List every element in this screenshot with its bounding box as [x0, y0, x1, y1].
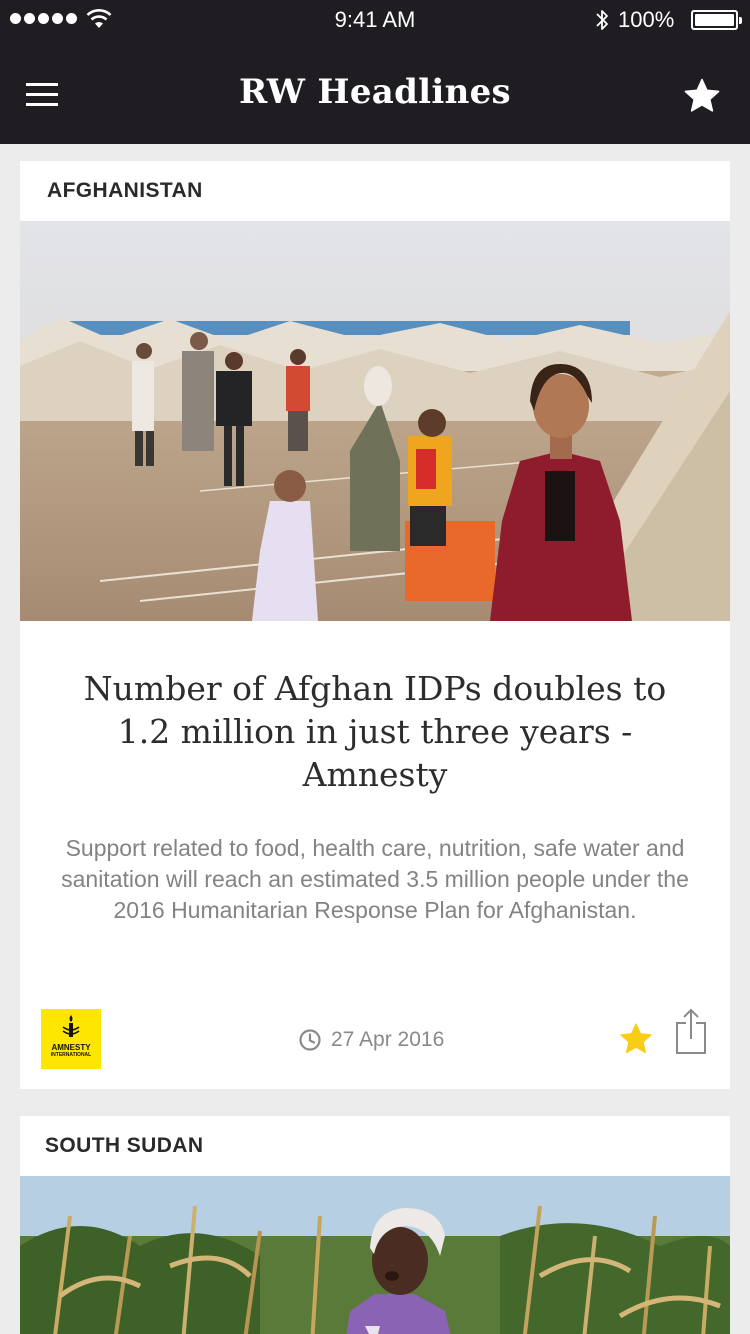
status-bar: 9:41 AM 100%	[0, 0, 750, 40]
navigation-bar: RW Headlines	[0, 40, 750, 144]
article-headline[interactable]: Number of Afghan IDPs doubles to 1.2 mil…	[55, 667, 695, 796]
date-text: 27 Apr 2016	[331, 1028, 445, 1051]
candle-icon	[62, 1015, 80, 1037]
cornfield-woman-photo	[20, 1176, 730, 1334]
clock-icon	[299, 1029, 321, 1051]
article-date: 27 Apr 2016	[298, 1025, 444, 1055]
bookmark-star-icon[interactable]	[618, 1021, 654, 1057]
share-icon[interactable]	[674, 1007, 708, 1055]
article-photo[interactable]	[20, 1176, 730, 1334]
article-photo[interactable]	[20, 221, 730, 621]
app-title: RW Headlines	[238, 72, 511, 112]
article-region-label: SOUTH SUDAN	[45, 1134, 204, 1157]
amnesty-logo: AMNESTY INTERNATIONAL	[41, 1009, 101, 1069]
article-card[interactable]: SOUTH SUDAN	[20, 1116, 730, 1334]
article-summary: Support related to food, health care, nu…	[61, 835, 689, 923]
refugee-camp-photo	[20, 221, 730, 621]
battery-percentage: 100%	[618, 7, 675, 32]
favorites-star-icon[interactable]	[682, 76, 722, 116]
logo-text: AMNESTY	[51, 1043, 91, 1052]
logo-subtext: INTERNATIONAL	[50, 1052, 92, 1058]
battery-icon	[691, 10, 742, 30]
article-region-label: AFGHANISTAN	[47, 179, 203, 202]
article-card[interactable]: AFGHANISTAN Number of Afghan IDPs double…	[20, 161, 730, 1089]
bluetooth-icon	[596, 10, 608, 30]
